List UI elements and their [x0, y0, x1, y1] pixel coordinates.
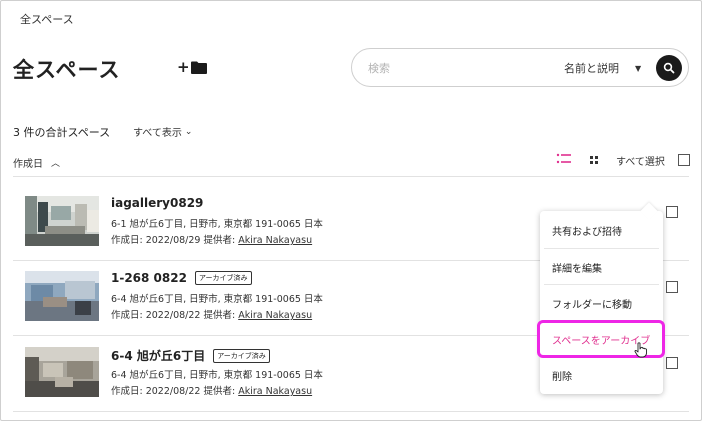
grid-view-icon[interactable] [588, 154, 600, 166]
space-thumbnail[interactable] [25, 347, 99, 397]
new-folder-button[interactable]: + [177, 58, 207, 76]
space-name: 1-268 0822 [111, 271, 187, 285]
space-thumbnail[interactable] [25, 196, 99, 246]
divider [13, 411, 689, 412]
plus-icon: + [177, 57, 190, 76]
space-name: 6-4 旭が丘6丁目 [111, 349, 206, 363]
provider-link[interactable]: Akira Nakayasu [238, 310, 312, 321]
search-bar: 名前と説明 ▼ [351, 48, 689, 87]
provider-link[interactable]: Akira Nakayasu [238, 235, 312, 246]
space-created-date: 作成日: 2022/08/22 提供者: [111, 386, 239, 397]
row-checkbox[interactable] [666, 357, 678, 369]
show-all-dropdown[interactable]: すべて表示 ⌄ [133, 124, 193, 140]
menu-item-move-to-folder[interactable]: フォルダーに移動 [540, 285, 663, 321]
menu-item-edit-details[interactable]: 詳細を編集 [540, 249, 663, 285]
menu-item-delete[interactable]: 削除 [540, 357, 663, 393]
space-title[interactable]: 1-268 0822 アーカイブ済み [111, 271, 252, 285]
space-title[interactable]: 6-4 旭が丘6丁目 アーカイブ済み [111, 347, 270, 364]
row-checkbox[interactable] [666, 281, 678, 293]
space-address: 6-1 旭が丘6丁目, 日野市, 東京都 191-0065 日本 [111, 219, 323, 230]
select-all-label: すべて選択 [616, 157, 665, 168]
search-scope-dropdown[interactable]: 名前と説明 ▼ [564, 59, 641, 77]
page-title: 全スペース [13, 58, 121, 82]
search-input[interactable] [368, 60, 528, 76]
chevron-down-icon: ⌄ [184, 126, 193, 137]
folder-icon [190, 61, 207, 74]
search-scope-label: 名前と説明 [564, 62, 619, 75]
space-address: 6-4 旭が丘6丁目, 日野市, 東京都 191-0065 日本 [111, 370, 323, 381]
space-count: 3 件の合計スペース [13, 126, 111, 139]
provider-link[interactable]: Akira Nakayasu [238, 386, 312, 397]
context-menu: 共有および招待 詳細を編集 フォルダーに移動 スペースをアーカイブ 削除 [540, 202, 663, 394]
archived-badge: アーカイブ済み [213, 348, 270, 363]
space-name: iagallery0829 [111, 196, 204, 210]
show-all-label: すべて表示 [133, 128, 182, 139]
space-meta: 作成日: 2022/08/22 提供者: Akira Nakayasu [111, 307, 312, 321]
menu-item-share-invite[interactable]: 共有および招待 [540, 212, 663, 248]
divider [13, 176, 689, 177]
list-view-icon[interactable] [556, 152, 572, 166]
space-created-date: 作成日: 2022/08/29 提供者: [111, 235, 239, 246]
space-thumbnail[interactable] [25, 271, 99, 321]
sort-by-created[interactable]: 作成日 ︿ [13, 155, 60, 170]
hand-cursor-icon [634, 342, 647, 358]
search-icon [663, 62, 675, 74]
space-address: 6-4 旭が丘6丁目, 日野市, 東京都 191-0065 日本 [111, 294, 323, 305]
breadcrumb[interactable]: 全スペース [20, 11, 74, 27]
space-meta: 作成日: 2022/08/22 提供者: Akira Nakayasu [111, 383, 312, 397]
sort-label: 作成日 [13, 159, 43, 170]
caret-down-icon: ▼ [635, 63, 642, 73]
archived-badge: アーカイブ済み [194, 271, 252, 285]
select-all-checkbox[interactable] [678, 154, 690, 166]
search-button[interactable] [656, 55, 682, 81]
row-checkbox[interactable] [666, 206, 678, 218]
space-meta: 作成日: 2022/08/29 提供者: Akira Nakayasu [111, 232, 312, 246]
space-created-date: 作成日: 2022/08/22 提供者: [111, 310, 239, 321]
space-title[interactable]: iagallery0829 [111, 196, 203, 210]
chevron-up-icon: ︿ [51, 159, 61, 169]
